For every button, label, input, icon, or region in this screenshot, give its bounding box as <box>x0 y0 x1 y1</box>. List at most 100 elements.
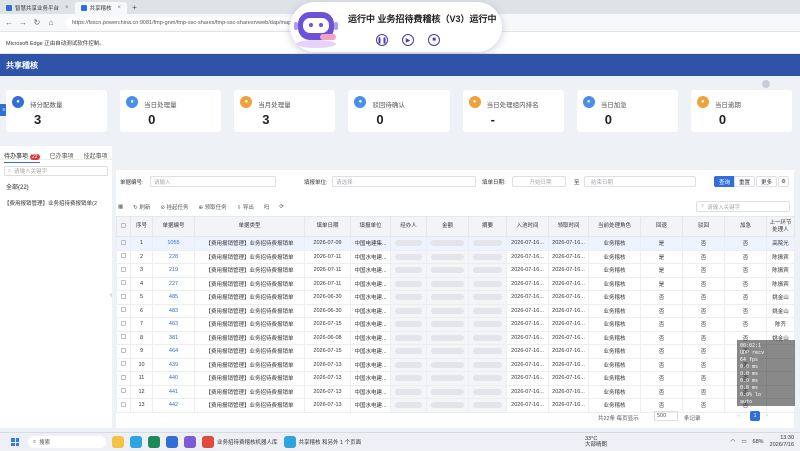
page-size-select[interactable]: 500 <box>654 411 678 421</box>
doc-number-link[interactable]: 463 <box>152 317 195 332</box>
weather-widget[interactable]: 33°C 大部晴朗 <box>585 436 607 448</box>
wifi-icon[interactable]: ◠ <box>731 439 736 445</box>
edge-icon[interactable] <box>283 436 296 448</box>
stat-card-overdue[interactable]: ● 当日逾期 0 <box>690 90 792 132</box>
doc-number-link[interactable]: 441 <box>152 384 195 399</box>
row-checkbox[interactable] <box>116 317 131 332</box>
stat-card-rejected[interactable]: ● 驳回待确认 0 <box>348 90 450 132</box>
category-search-input[interactable]: ⌕ 请输入关键字 <box>4 166 108 176</box>
toolbar-extra-button[interactable]: 吗 <box>264 203 270 211</box>
stop-icon[interactable]: ■ <box>428 34 440 46</box>
battery-icon[interactable]: ▭ <box>741 439 746 445</box>
doc-number-link[interactable]: 381 <box>152 330 195 345</box>
claim-task-button[interactable]: ⊕ 领取任务 <box>199 203 227 211</box>
more-button[interactable]: 更多 <box>756 176 778 187</box>
taskbar-app-label[interactable]: 业务招待费稽核机器人库 <box>217 438 278 446</box>
chrome-icon[interactable] <box>148 436 160 448</box>
tab-todo[interactable]: 待办事项 22 <box>4 151 40 163</box>
grid-icon[interactable]: ▦ <box>118 204 123 210</box>
browser-tab-1[interactable]: 智慧共享业务平台 × <box>0 2 75 14</box>
doc-number-link[interactable]: 228 <box>152 249 195 264</box>
unit-select[interactable]: 请选择 <box>332 176 476 187</box>
browser-tab-2[interactable]: 共享稽核 × <box>74 2 128 14</box>
checkbox-icon[interactable] <box>121 401 126 407</box>
close-icon[interactable]: × <box>118 5 122 11</box>
resume-icon[interactable]: ▶ <box>402 34 414 46</box>
table-row[interactable]: 1 1055 【费用报销管理】业务招待费报销单 2026-07-09 中国电建集... 2… <box>116 236 795 251</box>
tab-suspended[interactable]: 挂起事项 <box>84 151 108 160</box>
stat-card-pending[interactable]: ● 待分配数量 3 <box>6 90 108 132</box>
checkbox-icon[interactable] <box>121 222 126 228</box>
next-page-icon[interactable]: › <box>766 413 768 419</box>
pause-icon[interactable]: ❚❚ <box>376 34 388 46</box>
stat-card-rank[interactable]: ● 当日处理组内排名 - <box>462 90 564 132</box>
doc-number-link[interactable]: 439 <box>152 357 195 372</box>
table-row[interactable]: 9 464 【费用报销管理】业务招待费报销单 2026-07-15 中国水电建... 20… <box>116 344 795 359</box>
row-checkbox[interactable] <box>116 357 131 372</box>
checkbox-icon[interactable] <box>121 334 126 340</box>
row-checkbox[interactable] <box>116 290 131 305</box>
export-button[interactable]: ⇩ 导出 <box>237 203 254 211</box>
windows-start-icon[interactable] <box>8 435 22 449</box>
taskbar-search[interactable]: ⌕ 搜索 <box>28 436 106 448</box>
refresh-button[interactable]: ↻ 刷新 <box>133 203 150 211</box>
taskbar-app-label[interactable]: 共享稽核 和另外 1 个页面 <box>299 438 362 446</box>
row-checkbox[interactable] <box>116 263 131 278</box>
forward-icon[interactable]: → <box>18 18 28 27</box>
doc-number-link[interactable]: 464 <box>152 344 195 359</box>
clock[interactable]: 13:30 2026/7/16 <box>770 435 794 449</box>
query-button[interactable]: 查询 <box>714 176 736 187</box>
settings-icon[interactable] <box>762 80 770 88</box>
wps-icon[interactable] <box>202 436 214 448</box>
start-date-input[interactable]: 开始日期 <box>512 176 566 187</box>
row-checkbox[interactable] <box>116 303 131 318</box>
row-checkbox[interactable] <box>116 371 131 386</box>
table-row[interactable]: 11 440 【费用报销管理】业务招待费报销单 2026-07-13 中国水电建... 2… <box>116 371 795 386</box>
checkbox-icon[interactable] <box>121 253 126 259</box>
table-row[interactable]: 6 483 【费用报销管理】业务招待费报销单 2026-06-30 中国水电建... 20… <box>116 303 795 318</box>
prev-page-icon[interactable]: ‹ <box>738 413 740 419</box>
tab-done[interactable]: 已办事项 <box>50 151 74 160</box>
end-date-input[interactable]: 结束日期 <box>584 176 696 187</box>
stat-card-urgent[interactable]: ● 当日加急 0 <box>576 90 678 132</box>
stat-card-today[interactable]: ● 当日处理量 0 <box>120 90 222 132</box>
sync-icon[interactable]: ⟳ <box>279 204 284 210</box>
category-item[interactable]: 【费用报销管理】业务招待费报销单(2 <box>4 199 108 207</box>
suspend-task-button[interactable]: ⊘ 挂起任务 <box>160 203 188 211</box>
row-checkbox[interactable] <box>116 276 131 291</box>
checkbox-icon[interactable] <box>121 361 126 367</box>
reset-button[interactable]: 重置 <box>734 176 756 187</box>
table-row[interactable]: 4 227 【费用报销管理】业务招待费报销单 2026-07-11 中国水电建... 20… <box>116 276 795 291</box>
doc-number-link[interactable]: 485 <box>152 290 195 305</box>
table-row[interactable]: 10 439 【费用报销管理】业务招待费报销单 2026-07-13 中国水电建... 2… <box>116 357 795 372</box>
doc-number-link[interactable]: 440 <box>152 371 195 386</box>
row-checkbox[interactable] <box>116 344 131 359</box>
checkbox-icon[interactable] <box>121 307 126 313</box>
doc-number-link[interactable]: 1055 <box>152 236 195 251</box>
checkbox-icon[interactable] <box>121 320 126 326</box>
table-row[interactable]: 8 381 【费用报销管理】业务招待费报销单 2026-06-08 中国水电建... 20… <box>116 330 795 345</box>
table-search-input[interactable]: ⌕ 请输入关键字 <box>696 201 790 212</box>
doc-number-link[interactable]: 483 <box>152 303 195 318</box>
new-tab-icon[interactable]: + <box>127 3 142 12</box>
app-icon[interactable] <box>166 436 178 448</box>
checkbox-icon[interactable] <box>121 374 126 380</box>
doc-no-input[interactable]: 请输入 <box>150 176 276 187</box>
table-row[interactable]: 12 441 【费用报销管理】业务招待费报销单 2026-07-13 中国水电建... 2… <box>116 384 795 399</box>
table-row[interactable]: 7 463 【费用报销管理】业务招待费报销单 2026-07-15 中国水电建... 20… <box>116 317 795 332</box>
back-icon[interactable]: ← <box>4 18 14 27</box>
home-icon[interactable]: ⌂ <box>46 18 56 27</box>
table-row[interactable]: 2 228 【费用报销管理】业务招待费报销单 2026-07-11 中国水电建... 20… <box>116 249 795 264</box>
rpa-app-icon[interactable] <box>184 436 196 448</box>
edge-icon[interactable] <box>130 436 142 448</box>
checkbox-icon[interactable] <box>121 347 126 353</box>
row-checkbox[interactable] <box>116 330 131 345</box>
checkbox-icon[interactable] <box>121 280 126 286</box>
row-checkbox[interactable] <box>116 384 131 399</box>
checkbox-icon[interactable] <box>121 266 126 272</box>
reload-icon[interactable]: ↻ <box>32 18 42 27</box>
collapse-panel-icon[interactable]: ‹ <box>110 292 112 299</box>
checkbox-icon[interactable] <box>121 239 126 245</box>
checkbox-icon[interactable] <box>121 293 126 299</box>
stat-card-month[interactable]: ● 当月处理量 3 <box>234 90 336 132</box>
